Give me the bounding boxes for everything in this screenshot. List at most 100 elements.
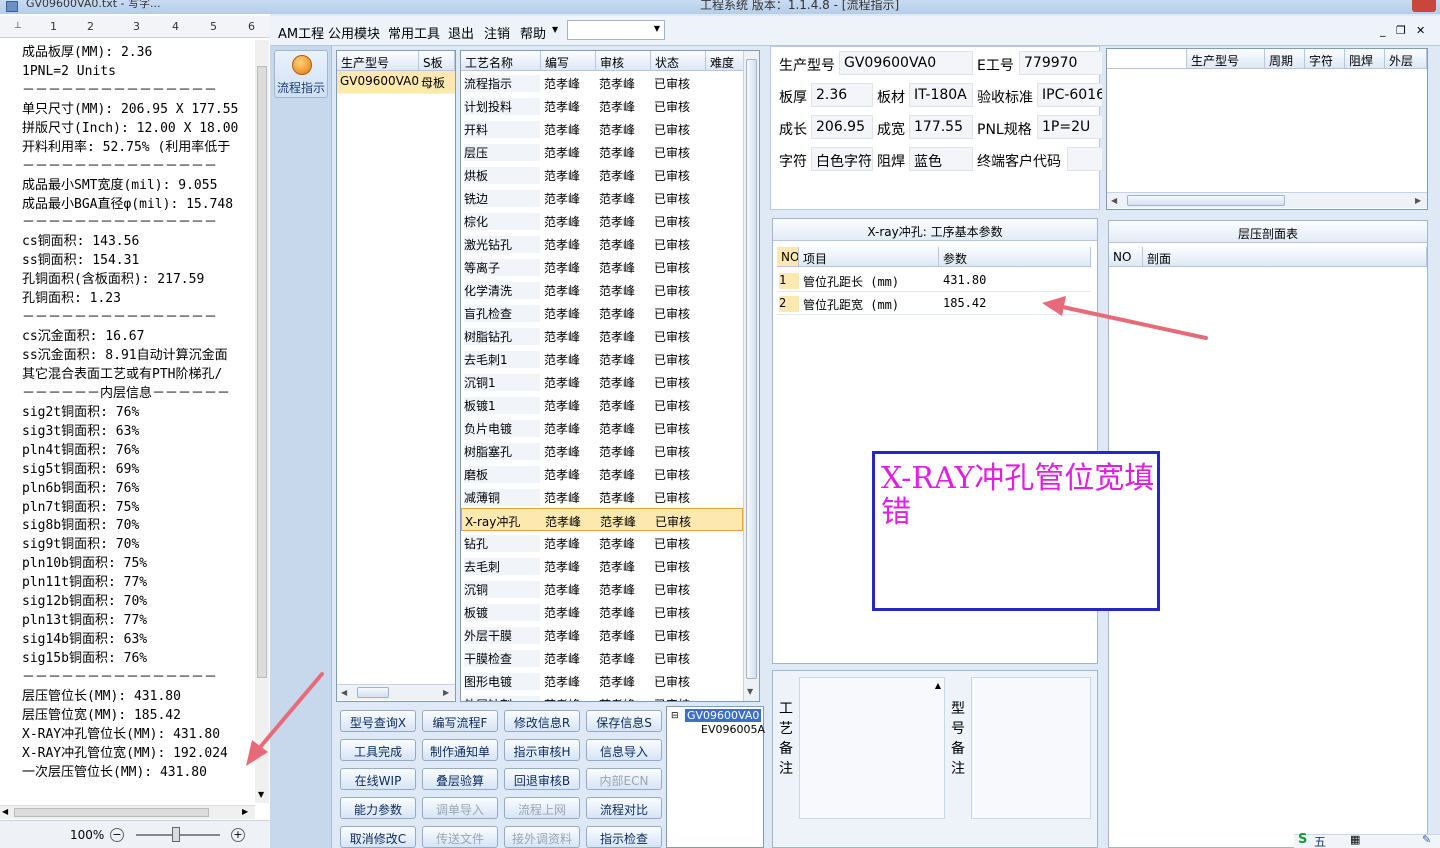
table-row[interactable]: 烘板 范孝峰 范孝峰 已审核 [461,163,743,186]
table-row[interactable]: 激光钻孔 范孝峰 范孝峰 已审核 [461,232,743,255]
menu-common-module[interactable]: 公用模块 [328,23,380,42]
wrench-icon[interactable]: ✎ [1422,833,1431,846]
col-header-difficulty[interactable]: 难度 [706,51,744,71]
scroll-left-icon[interactable]: ◀ [1111,196,1117,205]
action-button[interactable]: 指示检查 [586,826,662,848]
history-grid-hscrollbar[interactable]: ◀ ▶ [1107,192,1427,208]
flow-indicator-button[interactable]: 流程指示 [274,50,328,98]
scroll-thumb[interactable] [746,59,757,679]
action-button[interactable]: 编写流程F [422,710,498,732]
field-width[interactable]: 177.55 [909,115,973,139]
table-row[interactable]: 板镀1 范孝峰 范孝峰 已审核 [461,393,743,416]
scroll-right-icon[interactable]: ▶ [242,807,248,816]
table-row[interactable]: 等离子 范孝峰 范孝峰 已审核 [461,255,743,278]
table-row[interactable]: 棕化 范孝峰 范孝峰 已审核 [461,209,743,232]
action-button[interactable]: 流程对比 [586,797,662,819]
document-hscrollbar[interactable]: ◀ ▶ [0,805,255,819]
ime-mode-icon[interactable]: 五 [1314,833,1326,848]
field-standard[interactable]: IPC-6016 [1037,83,1103,107]
menu-am-engineering[interactable]: AM工程 [278,23,324,42]
table-row[interactable]: 钻孔 范孝峰 范孝峰 已审核 [461,531,743,554]
table-row[interactable]: 磨板 范孝峰 范孝峰 已审核 [461,462,743,485]
field-char[interactable]: 白色字符 [811,147,873,171]
minimize-icon[interactable]: _ [1380,24,1386,37]
col-header-writer[interactable]: 编写 [541,51,596,71]
table-row[interactable]: 树脂塞孔 范孝峰 范孝峰 已审核 [461,439,743,462]
action-button[interactable]: 取消修改C [340,826,416,848]
field-customer[interactable] [1067,147,1103,171]
scroll-thumb[interactable] [357,687,389,698]
table-row[interactable]: 减薄铜 范孝峰 范孝峰 已审核 [461,485,743,508]
col-header-model[interactable]: 生产型号 [1187,49,1265,69]
zoom-out-icon[interactable]: − [110,828,124,842]
zoom-in-icon[interactable]: + [231,828,245,842]
action-button[interactable]: 修改信息R [504,710,580,732]
close-icon[interactable] [1412,0,1436,12]
table-row[interactable]: 1 管位孔距长 (mm) 431.80 [777,269,1091,292]
chevron-down-icon[interactable]: ▼ [552,25,558,34]
action-button[interactable]: 流程上网 [504,797,580,819]
tab-stop-icon[interactable]: ⊥ [14,21,22,31]
scroll-thumb[interactable] [257,66,267,678]
scroll-left-icon[interactable]: ◀ [341,688,347,697]
action-button[interactable]: 信息导入 [586,739,662,761]
table-row[interactable]: 2 管位孔距宽 (mm) 185.42 [777,292,1091,315]
model-note-field[interactable] [971,677,1091,819]
close-child-icon[interactable]: ✕ [1416,24,1425,37]
field-model[interactable]: GV09600VA0 [839,51,973,75]
scroll-thumb[interactable] [14,808,209,817]
menu-exit[interactable]: 退出 [448,23,474,42]
table-row[interactable]: 树脂钻孔 范孝峰 范孝峰 已审核 [461,324,743,347]
chevron-down-icon[interactable]: ▼ [654,24,660,33]
model-list-hscrollbar[interactable]: ◀ ▶ [337,684,455,700]
table-row[interactable]: 板镀 范孝峰 范孝峰 已审核 [461,600,743,623]
action-button[interactable]: 能力参数 [340,797,416,819]
table-row[interactable]: 干膜检查 范孝峰 范孝峰 已审核 [461,646,743,669]
col-header-sboard[interactable]: S板 [419,51,455,71]
table-row[interactable]: 去毛刺1 范孝峰 范孝峰 已审核 [461,347,743,370]
tree-root-node[interactable]: GV09600VA0 [685,709,762,722]
menu-combo-box[interactable]: ▼ [567,20,665,40]
action-button[interactable]: 制作通知单 [422,739,498,761]
action-button[interactable]: 型号查询X [340,710,416,732]
document-vscrollbar[interactable]: ▼ [255,40,269,803]
action-button[interactable]: 内部ECN [586,768,662,790]
col-header-char[interactable]: 字符 [1305,49,1345,69]
action-button[interactable]: 保存信息S [586,710,662,732]
tree-child-node[interactable]: EV096005A [701,723,765,736]
action-button[interactable]: 调单导入 [422,797,498,819]
col-header-item[interactable]: 项目 [799,247,939,267]
document-text[interactable]: 成品板厚(MM): 2.36 1PNL=2 Units －－－－－－－－－－－－－－… [22,44,258,804]
table-row[interactable]: 去毛刺 范孝峰 范孝峰 已审核 [461,554,743,577]
table-row[interactable]: GV09600VA0 母板 [337,71,455,94]
table-row[interactable]: 化学清洗 范孝峰 范孝峰 已审核 [461,278,743,301]
action-button[interactable]: 传送文件 [422,826,498,848]
process-list-vscrollbar[interactable]: ▼ [743,51,759,701]
scroll-up-icon[interactable]: ▲ [935,681,941,690]
col-header-outer[interactable]: 外层 [1385,49,1427,69]
action-button[interactable]: 工具完成 [340,739,416,761]
table-row[interactable]: 计划投料 范孝峰 范孝峰 已审核 [461,94,743,117]
table-row[interactable]: 外层蚀刻范孝峰范孝峰已审核 [461,692,743,701]
menu-help[interactable]: 帮助 [520,23,546,42]
input-method-icon[interactable]: S [1298,832,1307,847]
tree-expand-icon[interactable]: ⊟ [671,711,679,721]
table-row[interactable]: 铣边 范孝峰 范孝峰 已审核 [461,186,743,209]
table-row[interactable]: 沉铜 范孝峰 范孝峰 已审核 [461,577,743,600]
table-row[interactable]: 开料 范孝峰 范孝峰 已审核 [461,117,743,140]
table-row[interactable]: 层压 范孝峰 范孝峰 已审核 [461,140,743,163]
scroll-right-icon[interactable]: ▶ [1415,196,1421,205]
scroll-down-icon[interactable]: ▼ [258,790,264,799]
action-button[interactable]: 叠层验算 [422,768,498,790]
action-button[interactable]: 在线WIP [340,768,416,790]
table-row[interactable]: X-ray冲孔 范孝峰 范孝峰 已审核 [461,508,743,531]
keyboard-icon[interactable]: ▦ [1350,833,1360,846]
col-header-reviewer[interactable]: 审核 [596,51,651,71]
field-pnl[interactable]: 1P=2U [1037,115,1103,139]
menu-logout[interactable]: 注销 [484,23,510,42]
field-length[interactable]: 206.95 [811,115,873,139]
scroll-left-icon[interactable]: ◀ [2,807,8,816]
col-header-section[interactable]: 剖面 [1143,247,1427,267]
col-header-value[interactable]: 参数 [939,247,1091,267]
col-header-cycle[interactable]: 周期 [1265,49,1305,69]
